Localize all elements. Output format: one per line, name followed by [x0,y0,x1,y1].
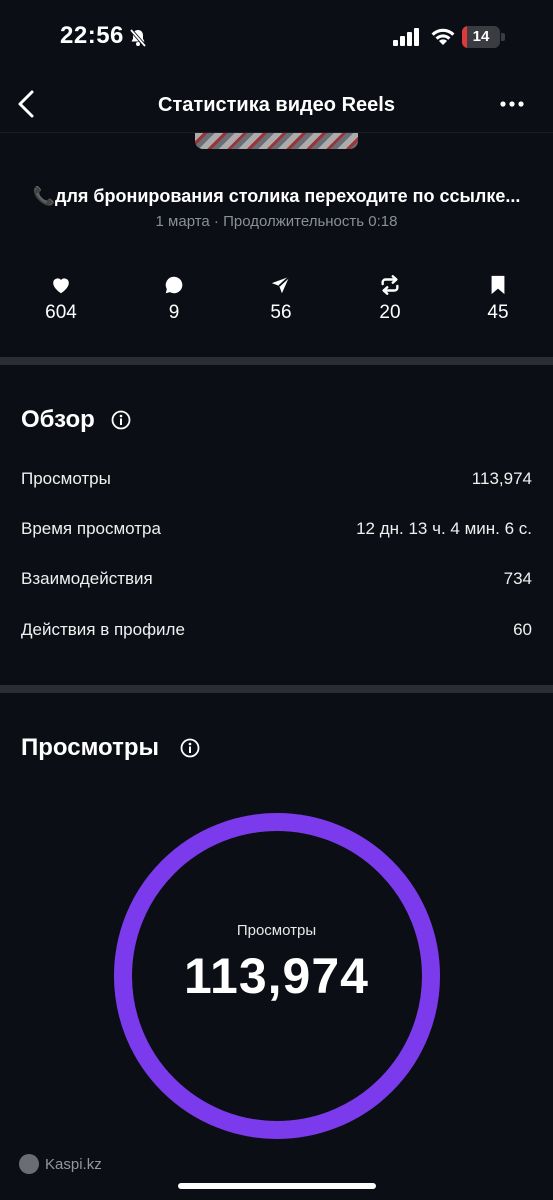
likes-count: 604 [45,302,77,323]
saves-count: 45 [487,302,509,323]
overview-row-label: Просмотры [21,469,111,488]
bookmark-icon [491,275,505,295]
overview-row-value: 60 [513,620,532,639]
home-indicator[interactable] [178,1183,376,1189]
ring-value: 113,974 [184,948,369,1004]
overview-row-value: 12 дн. 13 ч. 4 мин. 6 с. [356,519,532,538]
comments-stat: 9 [139,274,209,324]
reel-thumbnail[interactable] [195,133,358,149]
views-title: Просмотры [21,734,160,761]
bell-muted-icon [129,28,147,48]
heart-icon [53,278,69,294]
watermark: Kaspi.kz [19,1154,102,1174]
comments-count: 9 [168,302,180,323]
page-title: Статистика видео Reels [158,94,395,116]
reposts-stat: 20 [355,274,425,324]
section-divider [0,685,553,693]
battery-body: 14 [462,26,500,48]
likes-stat: 604 [26,274,96,324]
post-caption: 📞для бронирования столика переходите по … [32,186,521,206]
overview-title: Обзор [21,406,95,433]
section-divider [0,357,553,365]
overview-row-label: Действия в профиле [21,620,185,639]
more-options-icon[interactable] [498,94,526,114]
post-meta: 1 марта · Продолжительность 0:18 [155,213,398,230]
saves-stat: 45 [463,274,533,324]
shares-stat: 56 [246,274,316,324]
watermark-text: Kaspi.kz [45,1155,102,1173]
battery-tip [501,33,505,41]
reposts-count: 20 [379,302,401,323]
share-icon [271,276,290,294]
ring-label: Просмотры [236,922,317,939]
signal-icon [393,28,419,46]
overview-row-label: Время просмотра [21,519,161,538]
overview-row-label: Взаимодействия [21,569,153,588]
comment-icon [165,276,183,294]
overview-row-value: 113,974 [471,469,532,488]
wifi-icon [431,28,455,45]
battery-indicator: 14 [462,26,506,48]
repost-icon [381,275,399,295]
status-time: 22:56 [60,22,124,49]
overview-row-value: 734 [503,569,532,588]
battery-level: 14 [472,28,490,45]
info-icon[interactable] [111,410,131,430]
info-icon[interactable] [180,738,200,758]
kaspi-logo-icon [19,1154,39,1174]
shares-count: 56 [270,302,292,323]
